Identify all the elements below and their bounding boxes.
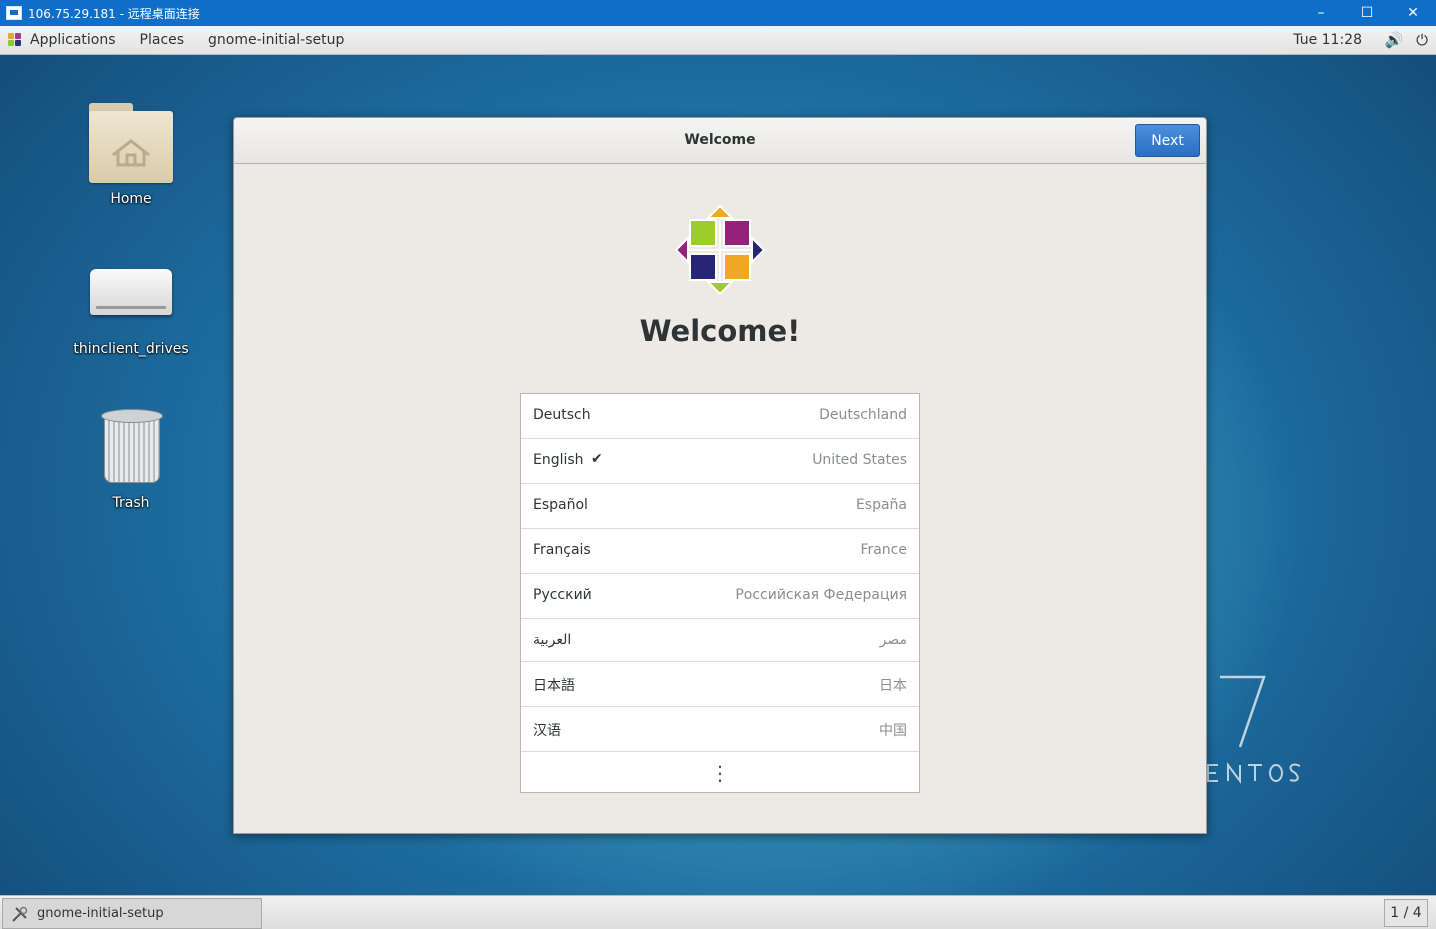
clock[interactable]: Tue 11:28 (1293, 32, 1362, 48)
initial-setup-window: Welcome Next Welcome! Deutsch Deutschlan… (233, 117, 1207, 834)
applications-icon (8, 33, 22, 47)
language-region: Deutschland (819, 407, 907, 423)
language-row-deutsch[interactable]: Deutsch Deutschland (521, 394, 919, 439)
language-row-chinese[interactable]: 汉语 中国 (521, 707, 919, 752)
language-region: مصر (879, 632, 907, 648)
drive-icon (90, 269, 172, 315)
language-row-arabic[interactable]: العربية مصر (521, 619, 919, 662)
language-name: Русский (533, 587, 592, 603)
home-folder-icon (89, 103, 173, 183)
language-name: Español (533, 497, 588, 513)
minimize-button[interactable]: – (1298, 0, 1344, 26)
language-row-english[interactable]: English ✔ United States (521, 439, 919, 484)
window-title: Welcome (684, 132, 756, 148)
language-name: 日本語 (533, 678, 575, 694)
close-button[interactable]: ✕ (1390, 0, 1436, 26)
desktop-icon-trash[interactable]: Trash (71, 409, 191, 511)
language-row-francais[interactable]: Français France (521, 529, 919, 574)
welcome-heading: Welcome! (639, 314, 801, 348)
applications-label: Applications (30, 32, 116, 48)
centos-logo-icon (674, 204, 766, 296)
language-region: United States (812, 452, 907, 468)
language-name: العربية (533, 632, 572, 648)
desktop-icon-thinclient-drives[interactable]: thinclient_drives (71, 255, 191, 357)
language-name: Deutsch (533, 407, 591, 423)
desktop-icon-home[interactable]: Home (71, 103, 191, 207)
language-row-japanese[interactable]: 日本語 日本 (521, 662, 919, 707)
next-button[interactable]: Next (1135, 124, 1200, 157)
more-languages-button[interactable]: ⋮ (521, 752, 919, 793)
places-menu[interactable]: Places (128, 32, 197, 48)
rdp-title: 106.75.29.181 - 远程桌面连接 (28, 6, 200, 21)
desktop-icon-label: Trash (112, 495, 150, 511)
language-name: English (533, 452, 584, 468)
language-name: 汉语 (533, 723, 561, 739)
language-region: France (860, 542, 907, 558)
language-region: Российская Федерация (735, 587, 907, 603)
desktop-icon-label: Home (110, 191, 152, 207)
header-bar: Welcome Next (234, 118, 1206, 164)
bottom-panel: gnome-initial-setup 1 / 4 (0, 895, 1436, 929)
language-region: España (855, 497, 907, 513)
more-icon: ⋮ (710, 760, 730, 785)
trash-icon (101, 409, 163, 483)
top-panel: Applications Places gnome-initial-setup … (0, 26, 1436, 55)
remote-desktop-icon (6, 6, 22, 20)
checkmark-icon: ✔ (591, 451, 603, 467)
power-icon[interactable]: ⏻ (1408, 31, 1436, 49)
language-region: 中国 (879, 723, 907, 739)
language-region: 日本 (879, 678, 907, 694)
language-row-russian[interactable]: Русский Российская Федерация (521, 574, 919, 619)
language-name: Français (533, 542, 591, 558)
taskbar-window-label: gnome-initial-setup (37, 906, 164, 921)
taskbar-window-button[interactable]: gnome-initial-setup (2, 898, 262, 929)
language-row-espanol[interactable]: Español España (521, 484, 919, 529)
language-list: Deutsch Deutschland English ✔ United Sta… (520, 393, 920, 793)
rdp-title-bar: 106.75.29.181 - 远程桌面连接 – ☐ ✕ (0, 0, 1436, 26)
desktop-icon-label: thinclient_drives (73, 341, 189, 357)
applications-menu[interactable]: Applications (0, 32, 128, 48)
volume-icon[interactable]: 🔊 (1380, 31, 1408, 49)
active-app-menu[interactable]: gnome-initial-setup (196, 32, 356, 48)
maximize-button[interactable]: ☐ (1344, 0, 1390, 26)
tools-icon (12, 906, 28, 922)
workspace-switcher[interactable]: 1 / 4 (1384, 899, 1428, 927)
